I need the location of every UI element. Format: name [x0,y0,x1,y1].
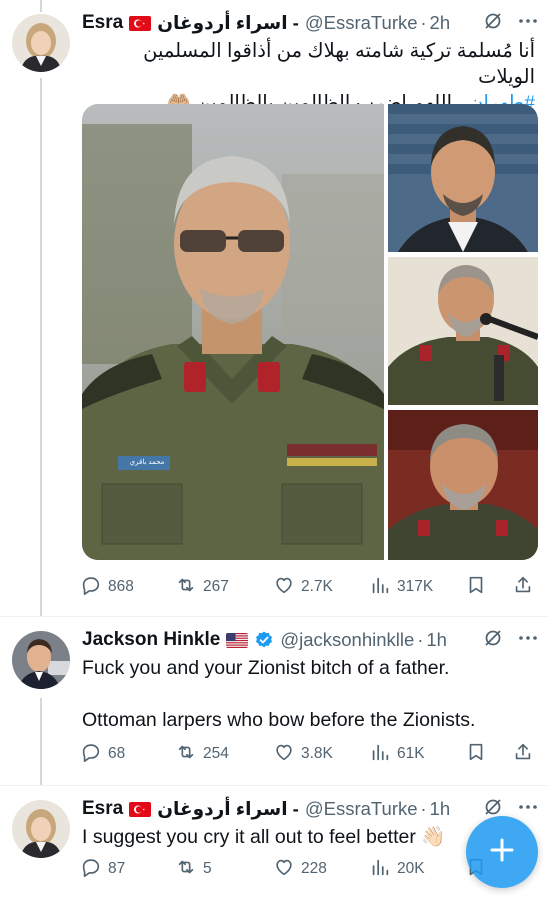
like-button[interactable]: 3.8K [273,741,333,768]
like-icon [273,741,295,768]
share-button[interactable] [512,741,534,768]
separator-dot: · [420,12,427,33]
header-icons [477,10,539,36]
grok-icon[interactable] [483,628,503,653]
media-photo-top-right[interactable] [388,104,538,252]
tweet-actions: 868 267 2.7K 317K [80,572,536,602]
reply-icon [80,574,102,601]
media-photo-main[interactable]: محمد باقري [82,104,384,560]
tweet-2[interactable]: Jackson Hinkle @jacksonhinklle · 1h Fuck… [0,617,549,787]
tweet-text: Fuck you and your Zionist bitch of a fat… [82,655,535,733]
handle[interactable]: @EssraTurke [305,12,418,34]
timestamp[interactable]: 1h [430,798,451,820]
usa-flag-icon [226,632,249,648]
views-button[interactable]: 61K [369,741,425,768]
grok-icon[interactable] [483,11,503,36]
like-icon [273,856,295,883]
separator-dot: · [417,629,424,650]
reply-icon [80,856,102,883]
bookmark-icon [465,574,487,601]
views-icon [369,574,391,601]
media-photo-bottom-right[interactable] [388,410,538,560]
tweet-media[interactable]: محمد باقري [82,104,538,560]
views-button[interactable]: 317K [369,574,433,601]
tweet-1[interactable]: Esra اسراء أردوغان - @EssraTurke · 2h أن… [0,0,549,620]
like-count: 3.8K [301,745,333,762]
reply-icon [80,741,102,768]
reply-button[interactable]: 87 [80,856,125,883]
like-count: 2.7K [301,578,333,595]
repost-button[interactable]: 267 [175,574,229,601]
header-icons [477,627,539,653]
more-icon[interactable] [517,11,539,36]
like-button[interactable]: 228 [273,856,327,883]
reply-button[interactable]: 868 [80,574,134,601]
tweet-text-line: Fuck you and your Zionist bitch of a fat… [82,657,450,679]
display-name[interactable]: Jackson Hinkle [82,629,220,651]
repost-count: 267 [203,578,229,595]
more-icon[interactable] [517,797,539,822]
share-button[interactable] [512,574,534,601]
media-photo-middle-right[interactable] [388,257,538,405]
views-icon [369,741,391,768]
avatar[interactable] [12,14,70,72]
views-count: 61K [397,745,425,762]
views-icon [369,856,391,883]
tweet-text-line: أنا مُسلمة تركية شامته بهلاك من أذاقوا ا… [143,40,535,88]
timestamp[interactable]: 1h [426,629,447,651]
bookmark-icon [465,741,487,768]
repost-button[interactable]: 5 [175,856,212,883]
separator-dot: · [420,798,427,819]
repost-count: 5 [203,860,212,877]
share-icon [512,574,534,601]
bookmark-button[interactable] [465,741,487,768]
like-count: 228 [301,860,327,877]
turkey-flag-icon [129,15,152,31]
views-count: 20K [397,860,425,877]
tweet-header: Esra اسراء أردوغان - @EssraTurke · 2h [82,10,539,36]
more-icon[interactable] [517,628,539,653]
avatar[interactable] [12,631,70,689]
turkey-flag-icon [129,801,152,817]
like-button[interactable]: 2.7K [273,574,333,601]
avatar[interactable] [12,800,70,858]
name-tag: محمد باقري [129,459,165,466]
display-name[interactable]: Esra [82,798,123,820]
tweet-text-line: Ottoman larpers who bow before the Zioni… [82,709,476,731]
handle[interactable]: @jacksonhinklle [280,629,414,651]
compose-plus-icon [487,835,517,870]
repost-icon [175,574,197,601]
timestamp[interactable]: 2h [430,12,451,34]
reply-count: 68 [108,745,126,762]
views-button[interactable]: 20K [369,856,425,883]
tweet-actions: 68 254 3.8K 61K [80,739,536,769]
reply-count: 87 [108,860,126,877]
arabic-display-name[interactable]: اسراء أردوغان - [157,798,299,820]
tweet-header: Esra اسراء أردوغان - @EssraTurke · 1h [82,796,539,822]
bookmark-button[interactable] [465,574,487,601]
repost-icon [175,856,197,883]
tweet-header: Jackson Hinkle @jacksonhinklle · 1h [82,627,539,653]
compose-button[interactable] [466,816,538,888]
share-icon [512,741,534,768]
handle[interactable]: @EssraTurke [305,798,418,820]
repost-button[interactable]: 254 [175,741,229,768]
reply-button[interactable]: 68 [80,741,125,768]
verified-badge-icon[interactable] [254,630,274,650]
reply-count: 868 [108,578,134,595]
repost-count: 254 [203,745,229,762]
views-count: 317K [397,578,434,595]
display-name[interactable]: Esra [82,12,123,34]
repost-icon [175,741,197,768]
like-icon [273,574,295,601]
arabic-display-name[interactable]: اسراء أردوغان - [157,12,299,34]
